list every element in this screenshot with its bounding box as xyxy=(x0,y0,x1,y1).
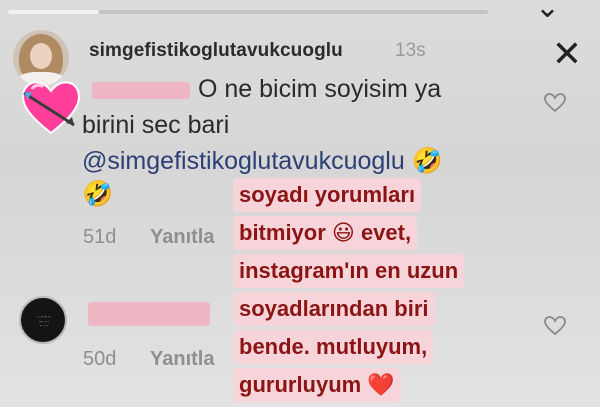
reply-text-line: instagram'ın en uzun xyxy=(233,254,465,288)
close-icon[interactable]: ✕ xyxy=(552,36,582,72)
reply-text-line: soyadı yorumları xyxy=(233,178,422,212)
reply-button[interactable]: Yanıtla xyxy=(150,226,214,249)
redacted-username xyxy=(88,302,210,326)
comment-avatar[interactable]: ·· ·· ··· ·· ···· ·· · ·· · ·· xyxy=(19,296,67,344)
comment-age: 50d xyxy=(83,348,117,370)
reply-text-line: gururluyum ❤️ xyxy=(233,368,401,402)
reply-text-line: bende. mutluyum, xyxy=(233,330,434,364)
story-progress-fill xyxy=(8,10,100,14)
like-heart-icon[interactable] xyxy=(544,93,566,113)
like-heart-icon[interactable] xyxy=(544,316,566,336)
comment-text-line: birini sec bari xyxy=(82,111,230,139)
story-username[interactable]: simgefistikoglutavukcuoglu xyxy=(89,40,343,62)
comment-text-line: O ne bicim soyisim ya xyxy=(198,75,442,103)
reply-text-line: soyadlarından biri xyxy=(233,292,435,326)
story-time: 13s xyxy=(395,40,426,61)
story-reply-text: soyadı yorumları bitmiyor 😃 evet, instag… xyxy=(233,178,495,402)
reply-button[interactable]: Yanıtla xyxy=(150,348,214,371)
redacted-username xyxy=(92,82,190,99)
comment-age: 51d xyxy=(83,226,117,248)
chevron-down-icon[interactable]: ⌄ xyxy=(535,0,560,25)
comment-emoji-line: 🤣 xyxy=(82,180,114,208)
reply-text-line: bitmiyor 😃 evet, xyxy=(233,216,418,250)
comment-mention[interactable]: @simgefistikoglutavukcuoglu 🤣 xyxy=(82,147,443,176)
heart-with-arrow-icon xyxy=(22,81,80,135)
